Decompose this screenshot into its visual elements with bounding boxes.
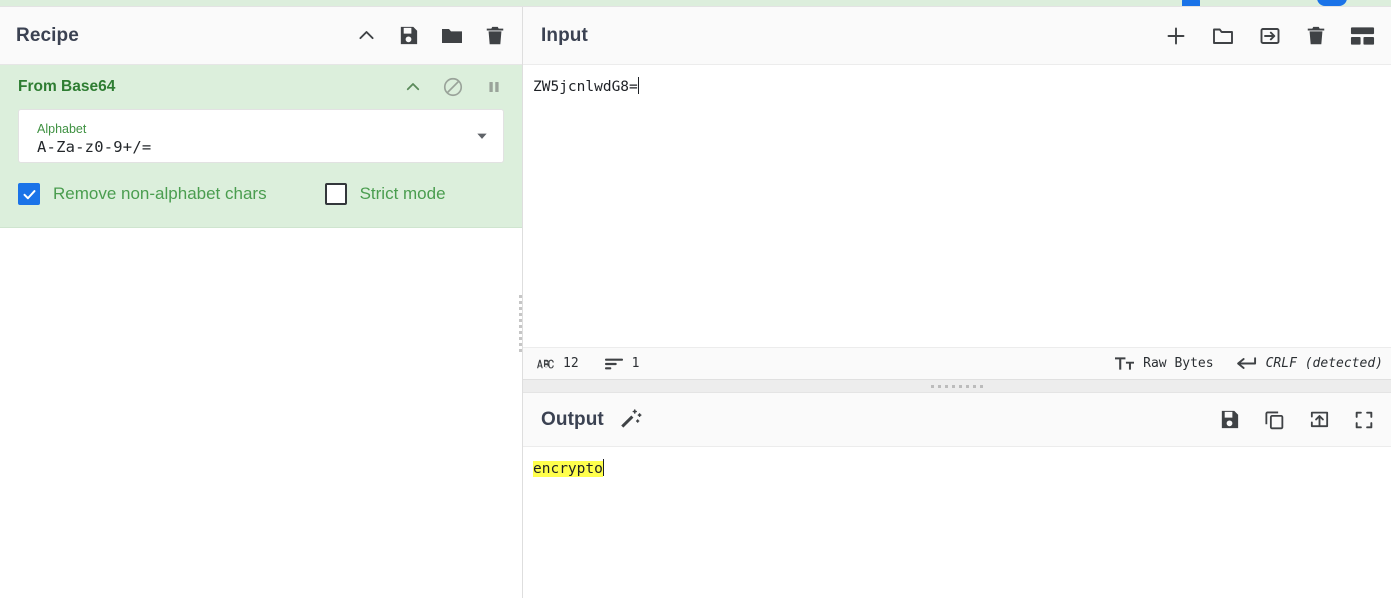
text-cursor: [603, 459, 604, 476]
chevron-down-icon[interactable]: [475, 129, 489, 143]
pause-icon[interactable]: [484, 77, 504, 97]
input-header-actions: [1164, 24, 1375, 48]
save-icon[interactable]: [397, 24, 420, 47]
input-status-bar: 12 1 Raw Bytes: [523, 347, 1391, 380]
top-blue-chip: [1182, 0, 1200, 6]
input-title: Input: [541, 25, 588, 47]
input-section: Input: [523, 7, 1391, 380]
alphabet-value: A-Za-z0-9+/=: [37, 137, 491, 158]
operation-actions: [404, 76, 504, 98]
page-title: Recipe: [16, 25, 79, 47]
plus-icon[interactable]: [1164, 24, 1188, 48]
output-text: encrypto: [533, 461, 603, 477]
io-pane: Input: [523, 7, 1391, 598]
input-output-splitter[interactable]: [523, 380, 1391, 393]
chevron-up-icon[interactable]: [356, 25, 377, 46]
status-lines[interactable]: 1: [605, 356, 640, 371]
top-edge-strip: [0, 0, 1391, 7]
output-header: Output: [523, 393, 1391, 447]
ban-icon[interactable]: [442, 76, 464, 98]
chevron-up-icon[interactable]: [404, 78, 422, 96]
operation-checkboxes: Remove non-alphabet chars Strict mode: [0, 163, 522, 205]
save-icon[interactable]: [1218, 408, 1241, 431]
checkbox-label: Strict mode: [360, 184, 446, 204]
text-cursor: [638, 77, 639, 94]
upload-box-icon[interactable]: [1308, 408, 1331, 431]
operation-from-base64[interactable]: From Base64: [0, 65, 522, 228]
folder-icon[interactable]: [440, 24, 464, 48]
status-length[interactable]: 12: [537, 356, 579, 371]
status-line-ending[interactable]: CRLF (detected): [1236, 356, 1383, 371]
trash-icon[interactable]: [484, 25, 506, 47]
checkbox-unchecked-icon[interactable]: [325, 183, 347, 205]
output-section: Output: [523, 393, 1391, 598]
operation-arguments: Alphabet A-Za-z0-9+/=: [0, 109, 522, 163]
alphabet-select[interactable]: Alphabet A-Za-z0-9+/=: [18, 109, 504, 163]
splitter-grip: [519, 295, 522, 369]
main-body: Recipe: [0, 7, 1391, 598]
input-encoding-value: Raw Bytes: [1143, 356, 1213, 371]
input-editor[interactable]: ZW5jcnlwdG8=: [523, 65, 1391, 347]
output-editor[interactable]: encrypto: [523, 447, 1391, 598]
input-lines-value: 1: [632, 356, 640, 371]
checkbox-strict-mode[interactable]: Strict mode: [325, 183, 446, 205]
return-arrow-icon: [1236, 356, 1257, 371]
recipe-io-splitter[interactable]: [518, 65, 523, 598]
folder-open-icon[interactable]: [1211, 24, 1235, 48]
abc-icon: [537, 358, 554, 370]
layout-icon[interactable]: [1350, 26, 1375, 46]
recipe-pane: Recipe: [0, 7, 523, 598]
cyberchef-app: Recipe: [0, 0, 1391, 598]
top-blue-indicator: [1317, 0, 1347, 6]
trash-icon[interactable]: [1305, 25, 1327, 47]
checkbox-label: Remove non-alphabet chars: [53, 184, 267, 204]
import-icon[interactable]: [1258, 24, 1282, 48]
splitter-grip: [931, 385, 983, 388]
input-header: Input: [523, 7, 1391, 65]
operation-header: From Base64: [0, 65, 522, 109]
status-bar-right: Raw Bytes CRLF (detected): [1115, 356, 1383, 371]
recipe-header: Recipe: [0, 7, 522, 65]
status-encoding[interactable]: Raw Bytes: [1115, 356, 1213, 371]
output-title: Output: [541, 409, 604, 431]
magic-wand-icon[interactable]: [619, 407, 644, 432]
expand-icon[interactable]: [1353, 409, 1375, 431]
input-line-ending-value: CRLF (detected): [1266, 356, 1383, 371]
lines-icon: [605, 357, 623, 371]
recipe-header-actions: [356, 24, 506, 48]
checkbox-remove-non-alphabet-chars[interactable]: Remove non-alphabet chars: [18, 183, 267, 205]
copy-icon[interactable]: [1263, 408, 1286, 431]
checkbox-checked-icon[interactable]: [18, 183, 40, 205]
input-length-value: 12: [563, 356, 579, 371]
operation-title: From Base64: [18, 78, 115, 96]
alphabet-label: Alphabet: [37, 122, 491, 137]
input-text: ZW5jcnlwdG8=: [533, 79, 638, 95]
recipe-empty-area[interactable]: [0, 228, 522, 598]
font-size-icon: [1115, 356, 1134, 371]
output-header-actions: [1218, 408, 1375, 431]
recipe-operation-list: From Base64: [0, 65, 522, 228]
